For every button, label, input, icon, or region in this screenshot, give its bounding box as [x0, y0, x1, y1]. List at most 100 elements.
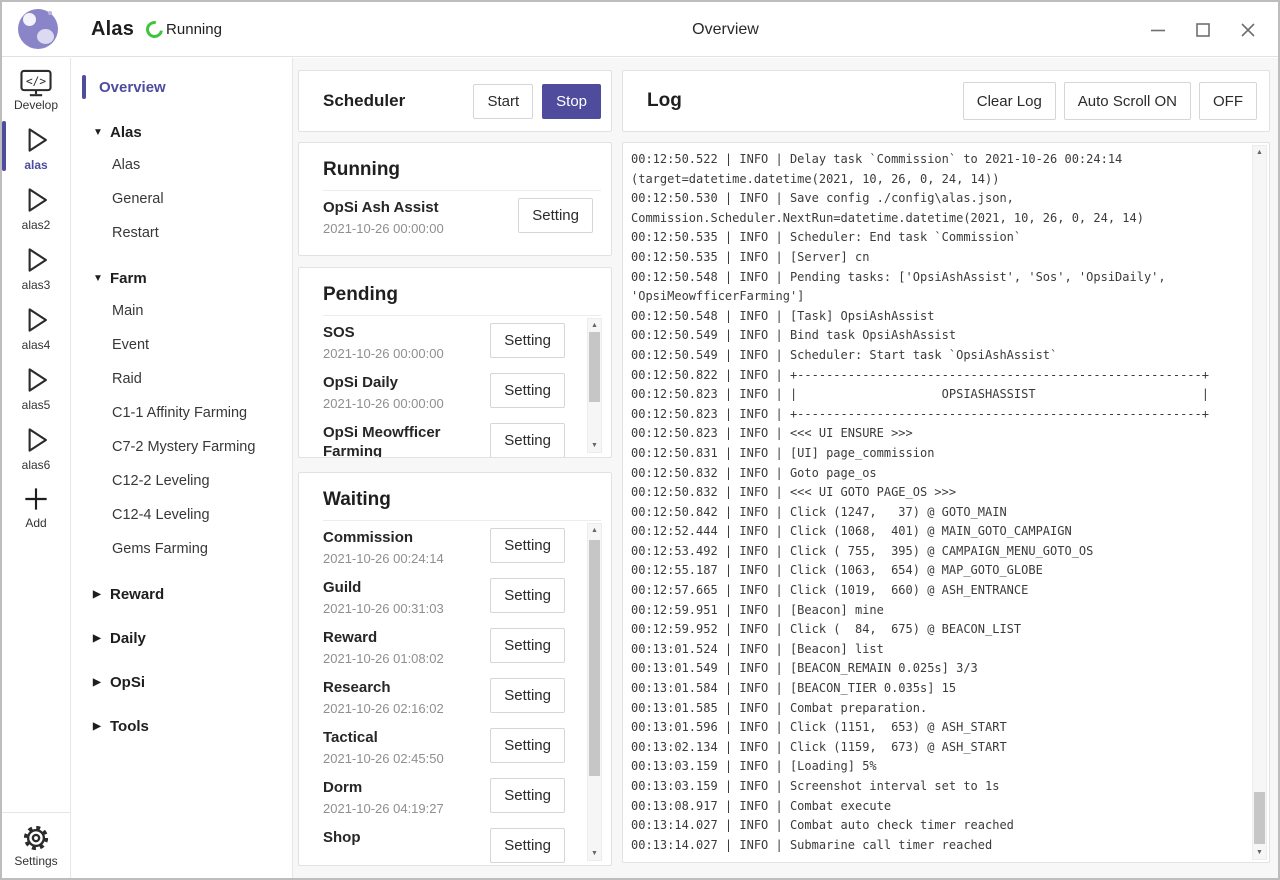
log-lines: 00:12:50.522 | INFO | Delay task `Commis… [631, 150, 1243, 855]
rail-item-develop[interactable]: </> Develop [2, 63, 70, 117]
task-setting-button[interactable]: Setting [490, 778, 565, 813]
log-line: 00:12:50.535 | INFO | Scheduler: End tas… [631, 228, 1243, 248]
scroll-down-icon[interactable]: ▼ [588, 847, 601, 860]
nav-group-tools[interactable]: ▶ Tools [72, 710, 292, 742]
task-row: Tactical 2021-10-26 02:45:50 Setting [323, 726, 601, 776]
task-setting-button[interactable]: Setting [490, 423, 565, 457]
log-line: 00:12:52.444 | INFO | Click (1068, 401) … [631, 522, 1243, 542]
rail-instance-alas2[interactable]: alas2 [2, 177, 70, 237]
nav-item-event[interactable]: Event [72, 328, 292, 362]
nav-item-main[interactable]: Main [72, 294, 292, 328]
log-line: 00:13:01.596 | INFO | Click (1151, 653) … [631, 718, 1243, 738]
rail-instance-alas4[interactable]: alas4 [2, 297, 70, 357]
scroll-down-icon[interactable]: ▼ [1253, 846, 1266, 859]
log-line: 00:12:50.823 | INFO | | OPSIASHASSIST | [631, 385, 1243, 405]
log-line: 00:13:03.159 | INFO | [Loading] 5% [631, 757, 1243, 777]
log-line: 00:13:01.524 | INFO | [Beacon] list [631, 640, 1243, 660]
log-line: 00:12:50.549 | INFO | Scheduler: Start t… [631, 346, 1243, 366]
task-setting-button[interactable]: Setting [490, 373, 565, 408]
task-setting-button[interactable]: Setting [518, 198, 593, 233]
rail-instance-alas3[interactable]: alas3 [2, 237, 70, 297]
play-icon [19, 303, 53, 337]
scrollbar-thumb[interactable] [589, 332, 600, 402]
task-row: Commission 2021-10-26 00:24:14 Setting [323, 526, 601, 576]
log-output: 00:12:50.522 | INFO | Delay task `Commis… [622, 142, 1270, 863]
log-title: Log [647, 90, 955, 112]
rail-instance-alas[interactable]: alas [2, 117, 70, 177]
stop-button[interactable]: Stop [542, 84, 601, 119]
nav-item-gems-farming[interactable]: Gems Farming [72, 532, 292, 566]
nav-item-c7-2-mystery-farming[interactable]: C7-2 Mystery Farming [72, 430, 292, 464]
nav-group-alas[interactable]: ▼ Alas [72, 116, 292, 148]
start-button[interactable]: Start [473, 84, 533, 119]
close-button[interactable] [1239, 21, 1257, 39]
window-controls [1149, 2, 1278, 57]
log-line: 00:12:59.952 | INFO | Click ( 84, 675) @… [631, 620, 1243, 640]
minimize-button[interactable] [1149, 21, 1167, 39]
log-line: 00:12:50.548 | INFO | [Task] OpsiAshAssi… [631, 307, 1243, 327]
rail-item-add[interactable]: Add [2, 477, 70, 535]
log-line: 00:13:01.585 | INFO | Combat preparation… [631, 699, 1243, 719]
nav-group-daily[interactable]: ▶ Daily [72, 622, 292, 654]
log-line: 00:12:57.665 | INFO | Click (1019, 660) … [631, 581, 1243, 601]
nav-group-opsi[interactable]: ▶ OpSi [72, 666, 292, 698]
play-icon [19, 183, 53, 217]
rail-item-settings[interactable]: Settings [2, 812, 70, 878]
task-setting-button[interactable]: Setting [490, 678, 565, 713]
scrollbar-thumb[interactable] [1254, 792, 1265, 844]
autoscroll-off-button[interactable]: OFF [1199, 82, 1257, 120]
task-row: Research 2021-10-26 02:16:02 Setting [323, 676, 601, 726]
log-line: 00:13:01.584 | INFO | [BEACON_TIER 0.035… [631, 679, 1243, 699]
chevron-icon: ▶ [93, 677, 105, 688]
task-setting-button[interactable]: Setting [490, 323, 565, 358]
task-setting-button[interactable]: Setting [490, 528, 565, 563]
nav-item-c12-2-leveling[interactable]: C12-2 Leveling [72, 464, 292, 498]
scheduler-panel: Scheduler Start Stop [298, 70, 612, 132]
rail-instance-alas6[interactable]: alas6 [2, 417, 70, 477]
scroll-up-icon[interactable]: ▲ [588, 524, 601, 537]
nav-item-raid[interactable]: Raid [72, 362, 292, 396]
maximize-button[interactable] [1194, 21, 1212, 39]
running-task-list: OpSi Ash Assist 2021-10-26 00:00:00 Sett… [323, 196, 601, 255]
rail-label-settings: Settings [14, 854, 57, 868]
scroll-up-icon[interactable]: ▲ [1253, 146, 1266, 159]
autoscroll-on-button[interactable]: Auto Scroll ON [1064, 82, 1191, 120]
nav-group-farm[interactable]: ▼ Farm [72, 262, 292, 294]
log-line: 00:12:50.831 | INFO | [UI] page_commissi… [631, 444, 1243, 464]
task-name: OpSi Meowfficer Farming [323, 423, 495, 457]
task-setting-button[interactable]: Setting [490, 628, 565, 663]
status-label: Running [166, 21, 222, 38]
rail-instance-alas5[interactable]: alas5 [2, 357, 70, 417]
pending-title: Pending [323, 282, 601, 304]
task-name: OpSi Ash Assist [323, 198, 495, 217]
alas-logo-icon [18, 9, 58, 49]
log-scrollbar[interactable]: ▲ ▼ [1252, 145, 1267, 860]
scroll-down-icon[interactable]: ▼ [588, 439, 601, 452]
nav-item-general[interactable]: General [72, 182, 292, 216]
chevron-icon: ▶ [93, 721, 105, 732]
task-row: Reward 2021-10-26 01:08:02 Setting [323, 626, 601, 676]
nav-item-alas[interactable]: Alas [72, 148, 292, 182]
nav-group-label: Tools [110, 718, 149, 735]
waiting-scrollbar[interactable]: ▲ ▼ [587, 523, 602, 861]
divider [323, 190, 601, 191]
scrollbar-thumb[interactable] [589, 540, 600, 776]
chevron-icon: ▼ [93, 127, 105, 138]
scroll-up-icon[interactable]: ▲ [588, 319, 601, 332]
sidebar-item-overview[interactable]: Overview [72, 70, 292, 104]
gear-icon [21, 823, 51, 853]
clear-log-button[interactable]: Clear Log [963, 82, 1056, 120]
task-setting-button[interactable]: Setting [490, 578, 565, 613]
nav-item-restart[interactable]: Restart [72, 216, 292, 250]
task-setting-button[interactable]: Setting [490, 728, 565, 763]
task-setting-button[interactable]: Setting [490, 828, 565, 863]
svg-text:</>: </> [26, 75, 46, 88]
chevron-icon: ▶ [93, 633, 105, 644]
task-name: Reward [323, 628, 495, 647]
nav-item-c1-1-affinity-farming[interactable]: C1-1 Affinity Farming [72, 396, 292, 430]
nav-item-c12-4-leveling[interactable]: C12-4 Leveling [72, 498, 292, 532]
task-row: OpSi Daily 2021-10-26 00:00:00 Setting [323, 371, 601, 421]
nav-group-label: Daily [110, 630, 146, 647]
nav-group-reward[interactable]: ▶ Reward [72, 578, 292, 610]
pending-scrollbar[interactable]: ▲ ▼ [587, 318, 602, 453]
